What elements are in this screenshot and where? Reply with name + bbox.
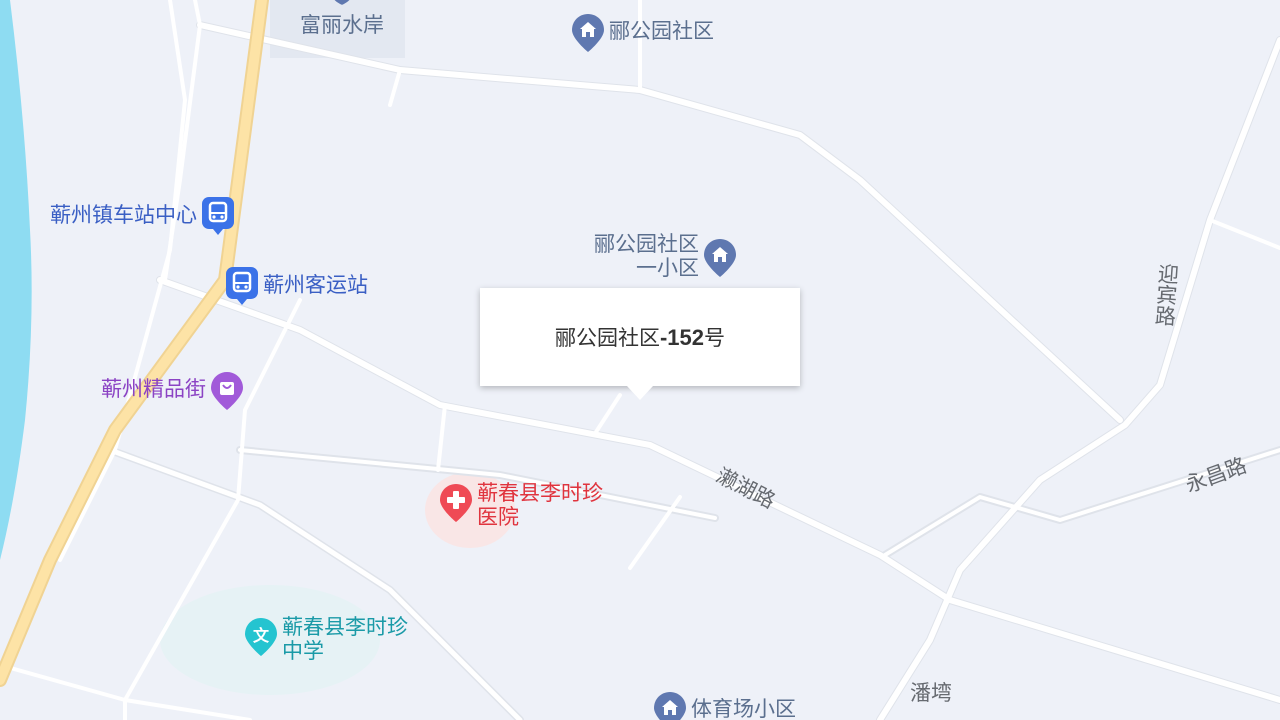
poi-hospital-line2: 医院: [477, 506, 519, 529]
poi-ligongyuan-sub[interactable]: 郦公园社区 一小区: [594, 233, 737, 281]
poi-bus-center[interactable]: 蕲州镇车站中心: [50, 196, 235, 236]
poi-bus-center-label: 蕲州镇车站中心: [50, 204, 197, 227]
map-canvas[interactable]: 富丽水岸 郦公园社区 蕲州镇车站中心 蕲州客运站 郦公园社区 一小区 蕲州精品街…: [0, 0, 1280, 720]
building-icon: [334, 0, 350, 5]
poi-ligongyuan-sub-line1: 郦公园社区: [594, 233, 699, 256]
building-icon: [654, 692, 686, 720]
poi-ligongyuan-sub-line2: 一小区: [636, 257, 699, 280]
poi-fulishuian[interactable]: 富丽水岸: [300, 0, 384, 38]
poi-stadium-area-label: 体育场小区: [691, 698, 796, 720]
building-icon: [704, 239, 736, 277]
shopping-bag-icon: [211, 372, 243, 410]
major-road: [0, 0, 267, 685]
popup-prefix: 郦公园社区: [554, 326, 660, 350]
poi-ligongyuan-label: 郦公园社区: [609, 20, 714, 43]
river: [0, 0, 32, 560]
poi-boutique-street-label: 蕲州精品街: [101, 378, 206, 401]
poi-hospital[interactable]: 蕲春县李时珍 医院: [439, 482, 603, 530]
poi-school[interactable]: 文 蕲春县李时珍 中学: [244, 616, 408, 664]
svg-text:文: 文: [253, 626, 270, 645]
road-label-yingbin: 迎宾路: [1151, 262, 1180, 327]
poi-school-line2: 中学: [282, 640, 324, 663]
popup-number: -152: [659, 325, 705, 350]
poi-bus-station-label: 蕲州客运站: [263, 274, 368, 297]
building-icon: [572, 14, 604, 52]
bus-icon: [202, 197, 234, 235]
address-popup[interactable]: 郦公园社区-152号: [480, 288, 800, 400]
poi-hospital-line1: 蕲春县李时珍: [477, 482, 603, 505]
road-label-panwan: 潘塆: [910, 682, 952, 705]
popup-text: 郦公园社区-152号: [555, 322, 725, 352]
bus-icon: [226, 267, 258, 305]
poi-stadium-area[interactable]: 体育场小区: [653, 690, 796, 720]
poi-school-line1: 蕲春县李时珍: [282, 616, 408, 639]
poi-boutique-street[interactable]: 蕲州精品街: [101, 370, 244, 410]
poi-ligongyuan[interactable]: 郦公园社区: [571, 12, 714, 52]
poi-bus-station[interactable]: 蕲州客运站: [225, 266, 368, 306]
poi-fulishuian-label: 富丽水岸: [300, 14, 384, 37]
popup-unit: 号: [704, 326, 726, 350]
popup-pointer: [627, 386, 653, 400]
school-icon: 文: [245, 618, 277, 656]
medical-cross-icon: [440, 484, 472, 522]
